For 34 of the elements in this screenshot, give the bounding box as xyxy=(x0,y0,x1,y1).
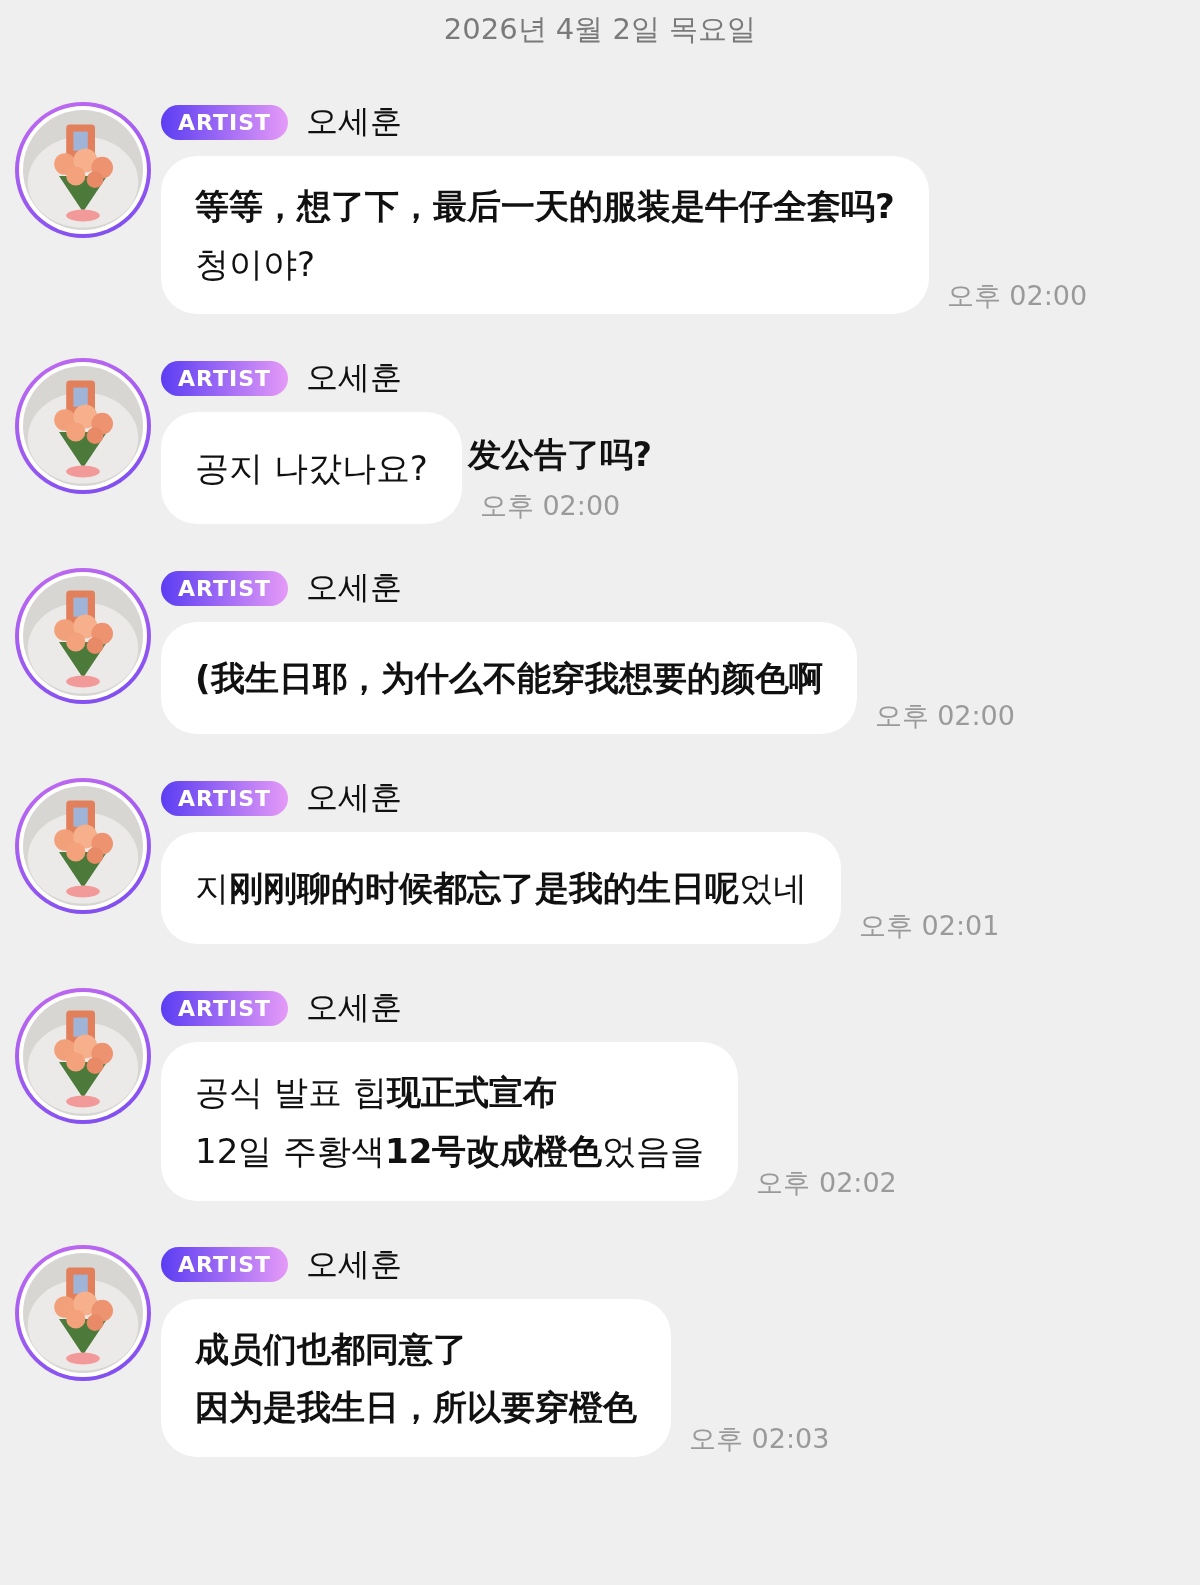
message-time: 오후 02:01 xyxy=(859,909,1000,944)
message-time: 오후 02:00 xyxy=(946,279,1088,314)
artist-badge: ARTIST xyxy=(161,570,289,606)
message-time: 오후 02:00 xyxy=(874,699,1015,734)
artist-badge: ARTIST xyxy=(161,780,289,816)
message-time: 오후 02:03 xyxy=(689,1422,830,1457)
message-text: 공지 나갔나요? xyxy=(195,448,428,489)
translation-text: 12号改成橙色 xyxy=(385,1130,603,1171)
sender-name: 오세훈 xyxy=(306,357,403,399)
translation-text: 发公告了吗? xyxy=(467,434,652,477)
message-time: 오후 02:00 xyxy=(479,489,622,524)
sender-name: 오세훈 xyxy=(306,1243,403,1285)
translation-text: 因为是我生日，所以要穿橙色 xyxy=(195,1386,637,1427)
message-text: 었음을 xyxy=(602,1130,705,1171)
message-text: 었네 xyxy=(739,868,807,909)
message-text: 지 xyxy=(195,868,229,909)
sender-name: 오세훈 xyxy=(306,567,403,609)
message-text: 공식 발표 힙 xyxy=(195,1072,387,1113)
artist-badge: ARTIST xyxy=(161,104,289,140)
date-header: 2026년 4월 2일 목요일 xyxy=(442,11,758,48)
sender-name: 오세훈 xyxy=(306,777,403,819)
sender-name: 오세훈 xyxy=(306,101,403,142)
artist-badge: ARTIST xyxy=(161,990,289,1026)
artist-badge: ARTIST xyxy=(161,360,289,396)
translation-text: 成员们也都同意了 xyxy=(195,1328,467,1369)
translation-text: 刚刚聊的时候都忘了是我的生日呢 xyxy=(229,868,739,909)
translation-text: 现正式宣布 xyxy=(386,1072,557,1113)
translation-text: (我生日耶，为什么不能穿我想要的颜色啊 xyxy=(195,658,823,699)
sender-name: 오세훈 xyxy=(306,987,403,1029)
artist-badge: ARTIST xyxy=(161,1247,289,1283)
message-time: 오후 02:02 xyxy=(756,1165,897,1200)
message-text: 12일 주황색 xyxy=(195,1130,386,1171)
message-text: 청이야? xyxy=(195,244,316,285)
translation-text: 等等，想了下，最后一天的服装是牛仔全套吗? xyxy=(195,186,895,226)
